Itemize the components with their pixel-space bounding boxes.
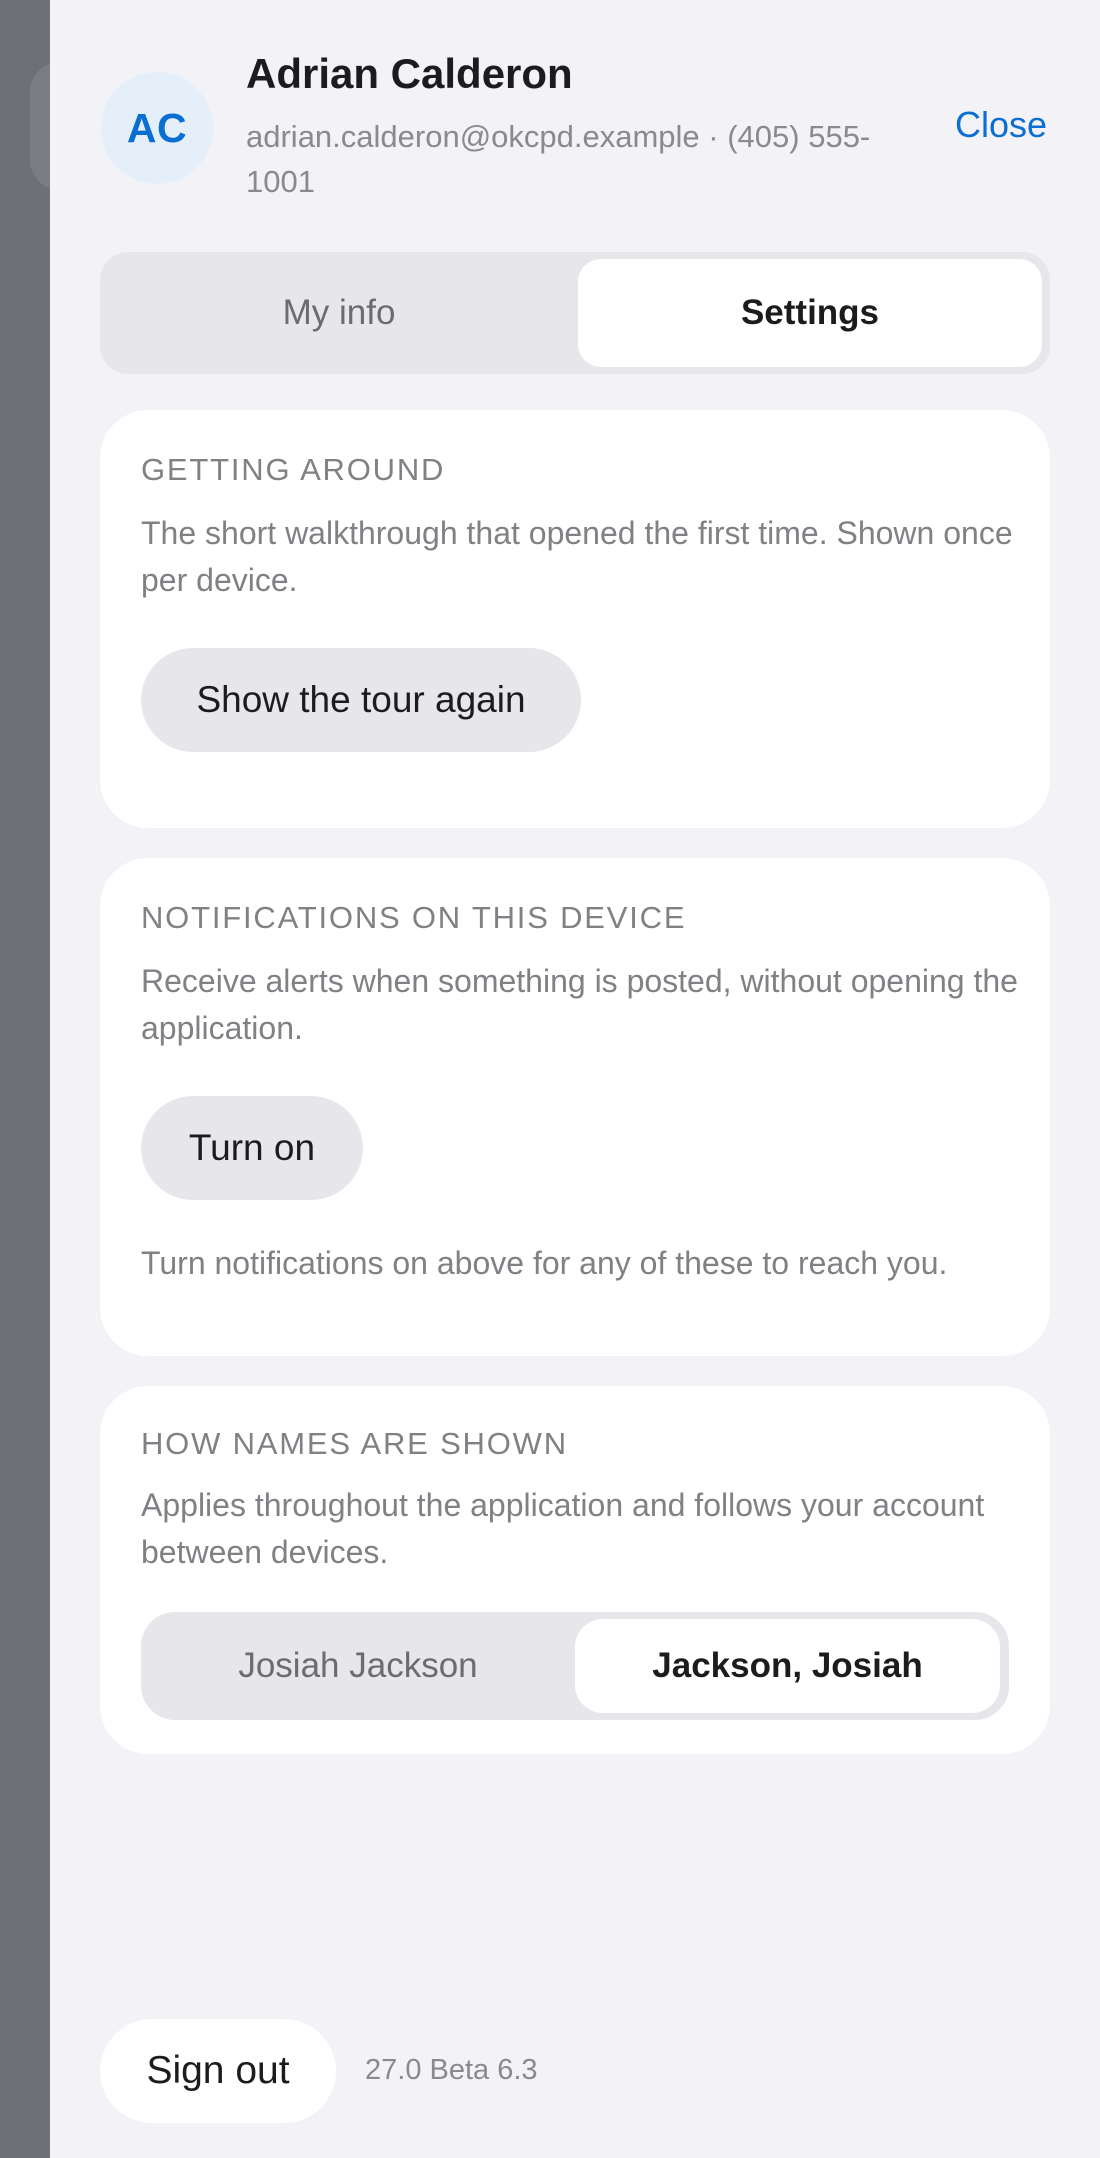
getting-around-description: The short walkthrough that opened the fi… — [141, 515, 1013, 598]
notifications-heading: NOTIFICATIONS ON THIS DEVICE — [141, 900, 687, 935]
name-format-description: Applies throughout the application and f… — [141, 1487, 985, 1570]
notifications-note: Turn notifications on above for any of t… — [141, 1245, 948, 1281]
notifications-card: NOTIFICATIONS ON THIS DEVICE Receive ale… — [100, 858, 1050, 1356]
app-version: 27.0 Beta 6.3 — [365, 2054, 538, 2086]
name-format-switcher: Josiah Jackson Jackson, Josiah — [141, 1612, 1009, 1720]
name-format-card: HOW NAMES ARE SHOWN Applies throughout t… — [100, 1386, 1050, 1754]
avatar: AC — [101, 72, 213, 184]
name-format-heading: HOW NAMES ARE SHOWN — [141, 1426, 568, 1461]
name-option-last-first[interactable]: Jackson, Josiah — [575, 1619, 1000, 1713]
show-tour-button[interactable]: Show the tour again — [141, 648, 581, 752]
profile-settings-panel: AC Adrian Calderon adrian.calderon@okcpd… — [50, 0, 1100, 2158]
sign-out-button[interactable]: Sign out — [100, 2019, 336, 2123]
tab-my-info[interactable]: My info — [107, 259, 571, 367]
getting-around-heading: GETTING AROUND — [141, 452, 446, 487]
turn-on-notifications-button[interactable]: Turn on — [141, 1096, 363, 1200]
getting-around-card: GETTING AROUND The short walkthrough tha… — [100, 410, 1050, 828]
notifications-description: Receive alerts when something is posted,… — [141, 963, 1018, 1046]
avatar-initials: AC — [126, 104, 188, 151]
close-button[interactable]: Close — [955, 104, 1047, 146]
user-name: Adrian Calderon — [246, 50, 573, 97]
user-contact: adrian.calderon@okcpd.example · (405) 55… — [246, 119, 871, 199]
name-option-first-last[interactable]: Josiah Jackson — [148, 1619, 568, 1713]
tab-settings[interactable]: Settings — [578, 259, 1042, 367]
tab-switcher: My info Settings — [100, 252, 1050, 374]
